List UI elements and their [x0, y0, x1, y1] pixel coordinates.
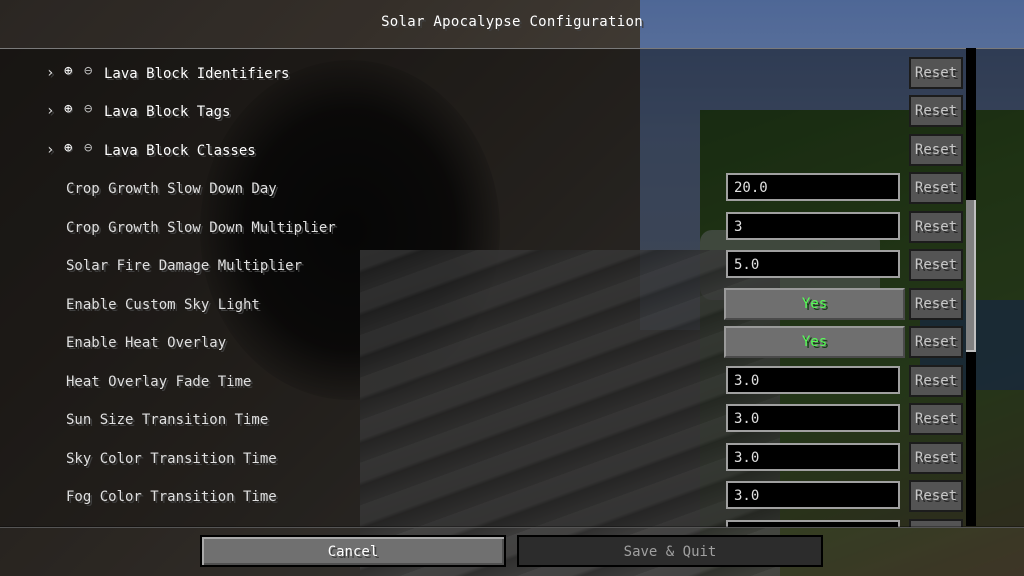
- config-row-sky-color-transition-time: Sky Color Transition Time 3.0 Reset: [0, 442, 965, 476]
- config-row-enable-heat-overlay: Enable Heat Overlay Yes Reset: [0, 326, 965, 360]
- remove-circle-icon[interactable]: ⊖: [84, 102, 98, 116]
- add-circle-icon[interactable]: ⊕: [64, 141, 78, 155]
- config-row-crop-growth-slow-down-multiplier: Crop Growth Slow Down Multiplier 3 Reset: [0, 211, 965, 245]
- value-input[interactable]: 20.0: [726, 173, 900, 201]
- reset-button[interactable]: Reset: [909, 365, 963, 397]
- scrollbar-thumb[interactable]: [966, 200, 976, 352]
- config-label: Enable Heat Overlay: [66, 335, 227, 351]
- reset-button[interactable]: Reset: [909, 57, 963, 89]
- config-row-fog-color-transition-time: Fog Color Transition Time 3.0 Reset: [0, 480, 965, 514]
- config-label: Heat Overlay Fade Time: [66, 374, 252, 390]
- config-label: Fog Color Transition Time: [66, 489, 277, 505]
- config-label: Sun Size Transition Time: [66, 412, 269, 428]
- value-input[interactable]: 3.0: [726, 481, 900, 509]
- reset-button[interactable]: Reset: [909, 134, 963, 166]
- add-circle-icon[interactable]: ⊕: [64, 64, 78, 78]
- value-input[interactable]: 3.0: [726, 443, 900, 471]
- toggle-button[interactable]: Yes: [724, 288, 905, 320]
- config-label: Enable Custom Sky Light: [66, 297, 260, 313]
- config-list[interactable]: › ⊕ ⊖ Lava Block Identifiers Reset › ⊕ ⊖…: [0, 48, 1024, 528]
- remove-circle-icon[interactable]: ⊖: [84, 141, 98, 155]
- value-input[interactable]: 3: [726, 212, 900, 240]
- page-title: Solar Apocalypse Configuration: [381, 14, 643, 30]
- reset-button[interactable]: Reset: [909, 480, 963, 512]
- config-label: Lava Block Tags: [104, 104, 231, 120]
- value-input[interactable]: 3.0: [726, 404, 900, 432]
- cancel-button[interactable]: Cancel: [200, 535, 506, 567]
- config-row-lava-block-classes: › ⊕ ⊖ Lava Block Classes Reset: [0, 134, 965, 168]
- remove-circle-icon[interactable]: ⊖: [84, 64, 98, 78]
- reset-button[interactable]: Reset: [909, 249, 963, 281]
- config-label: Lava Block Classes: [104, 143, 256, 159]
- reset-button[interactable]: Reset: [909, 172, 963, 204]
- value-input[interactable]: 3.0: [726, 366, 900, 394]
- reset-button[interactable]: Reset: [909, 95, 963, 127]
- reset-button[interactable]: Reset: [909, 211, 963, 243]
- config-row-solar-fire-damage-multiplier: Solar Fire Damage Multiplier 5.0 Reset: [0, 249, 965, 283]
- screen-header: Solar Apocalypse Configuration: [0, 0, 1024, 48]
- config-label: Crop Growth Slow Down Day: [66, 181, 277, 197]
- save-and-quit-button[interactable]: Save & Quit: [517, 535, 823, 567]
- add-circle-icon[interactable]: ⊕: [64, 102, 78, 116]
- chevron-right-icon[interactable]: ›: [46, 142, 54, 158]
- footer-bar: [0, 526, 1024, 576]
- reset-button[interactable]: Reset: [909, 288, 963, 320]
- config-row-heat-overlay-fade-time: Heat Overlay Fade Time 3.0 Reset: [0, 365, 965, 399]
- toggle-button[interactable]: Yes: [724, 326, 905, 358]
- reset-button[interactable]: Reset: [909, 403, 963, 435]
- chevron-right-icon[interactable]: ›: [46, 65, 54, 81]
- config-row-lava-block-identifiers: › ⊕ ⊖ Lava Block Identifiers Reset: [0, 57, 965, 91]
- config-row-crop-growth-slow-down-day: Crop Growth Slow Down Day 20.0 Reset: [0, 172, 965, 206]
- config-label: Sky Color Transition Time: [66, 451, 277, 467]
- reset-button[interactable]: Reset: [909, 326, 963, 358]
- reset-button[interactable]: Reset: [909, 442, 963, 474]
- config-label: Crop Growth Slow Down Multiplier: [66, 220, 336, 236]
- config-label: Lava Block Identifiers: [104, 66, 290, 82]
- config-label: Solar Fire Damage Multiplier: [66, 258, 303, 274]
- config-row-enable-custom-sky-light: Enable Custom Sky Light Yes Reset: [0, 288, 965, 322]
- config-row-lava-block-tags: › ⊕ ⊖ Lava Block Tags Reset: [0, 95, 965, 129]
- value-input[interactable]: 5.0: [726, 250, 900, 278]
- chevron-right-icon[interactable]: ›: [46, 103, 54, 119]
- config-row-sun-size-transition-time: Sun Size Transition Time 3.0 Reset: [0, 403, 965, 437]
